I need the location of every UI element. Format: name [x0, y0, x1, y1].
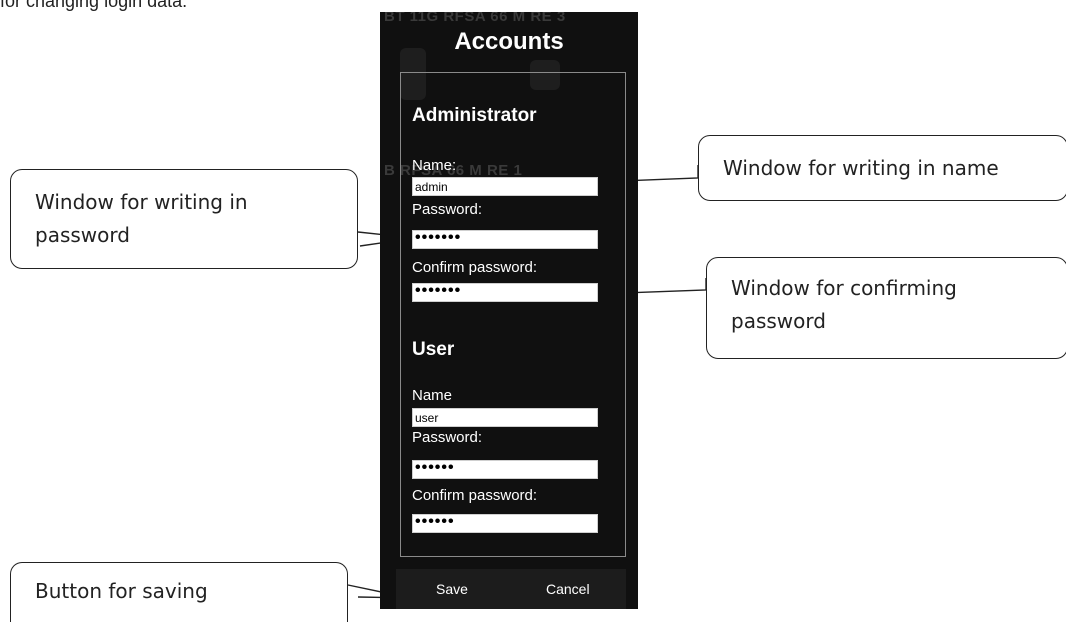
user-name-field[interactable] [412, 408, 598, 427]
admin-name-label: Name: [412, 157, 457, 174]
admin-confirm-password-label: Confirm password: [412, 259, 538, 276]
name-window-callout: Window for writing in name [698, 135, 1066, 201]
password-window-callout-line1: Window for writing in [35, 190, 248, 214]
accounts-form: Administrator Name: Password: ••••••• Co… [400, 72, 626, 557]
password-window-callout-line2: password [35, 223, 130, 247]
user-heading: User [412, 339, 455, 360]
confirm-window-callout: Window for confirming password [706, 257, 1066, 359]
user-confirm-password-field[interactable]: •••••• [412, 514, 598, 533]
admin-name-field[interactable] [412, 177, 598, 196]
save-button-callout: Button for saving [10, 562, 348, 622]
accounts-panel: BT 11G RFSA 66 M RE 3 B RFSA 66 M RE 1 A… [380, 12, 638, 609]
admin-password-label: Password: [412, 201, 483, 218]
user-confirm-password-label: Confirm password: [412, 487, 538, 504]
save-button[interactable]: Save [436, 581, 468, 597]
confirm-window-callout-line1: Window for confirming [731, 276, 957, 300]
user-password-field[interactable]: •••••• [412, 460, 598, 479]
panel-title: Accounts [454, 28, 564, 55]
cancel-button[interactable]: Cancel [546, 581, 590, 597]
password-window-callout: Window for writing in password [10, 169, 358, 269]
background-device-label-top: BT 11G RFSA 66 M RE 3 [384, 12, 566, 25]
intro-text: for changing login data. [0, 0, 188, 11]
confirm-window-callout-line2: password [731, 309, 826, 333]
user-password-label: Password: [412, 429, 483, 446]
name-window-callout-text: Window for writing in name [723, 156, 999, 180]
admin-confirm-password-field[interactable]: ••••••• [412, 283, 598, 302]
user-name-label: Name [412, 387, 453, 404]
admin-password-field[interactable]: ••••••• [412, 230, 598, 249]
button-bar: Save Cancel [396, 569, 626, 609]
administrator-heading: Administrator [412, 105, 537, 126]
save-button-callout-text: Button for saving [35, 579, 208, 603]
